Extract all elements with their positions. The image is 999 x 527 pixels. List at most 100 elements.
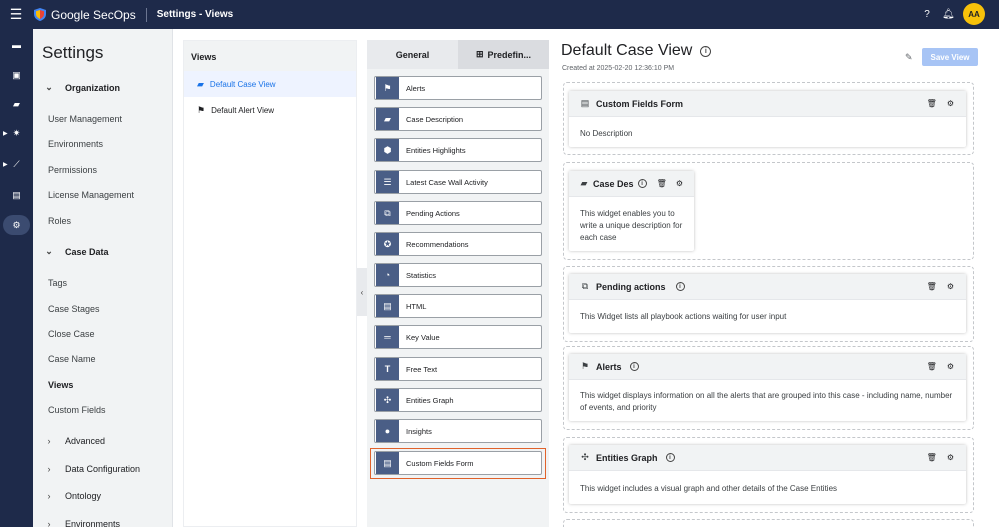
card-description: No Description	[580, 129, 633, 138]
card-pending-actions[interactable]: ⧉ Pending actions i 🗑︎ ⚙ This Widget lists …	[569, 274, 966, 333]
widget-alerts[interactable]: ⚑ Alerts	[374, 76, 542, 100]
save-view-button[interactable]: Save View	[922, 48, 978, 66]
views-panel: Views ▰ Default Case View ⚑ Default Aler…	[183, 40, 357, 527]
card-description: This widget displays information on all …	[580, 391, 953, 412]
chevron-down-icon: ⌄	[45, 82, 53, 92]
rail-analytics-icon[interactable]: ▶ ⟋	[0, 154, 33, 174]
chevron-right-icon: ›	[47, 491, 51, 501]
widget-free-text[interactable]: T Free Text	[374, 357, 542, 381]
form-icon: ▤	[580, 98, 590, 108]
section-data-configuration[interactable]: › Data Configuration	[33, 464, 141, 474]
pending-icon: ⧉	[376, 202, 399, 224]
nav-item-user-management[interactable]: User Management	[48, 114, 122, 124]
view-title: Default Case View	[561, 42, 693, 59]
text-icon: T	[376, 358, 399, 380]
rail-cases-icon[interactable]: ▬	[0, 35, 33, 55]
widget-html[interactable]: ▤ HTML	[374, 294, 542, 318]
widget-entities-highlights[interactable]: ⬢ Entities Highlights	[374, 138, 542, 162]
tab-predefined[interactable]: ⊞ Predefin...	[458, 40, 549, 69]
view-item-default-alert-view[interactable]: ⚑ Default Alert View	[184, 97, 356, 123]
gear-icon[interactable]: ⚙	[947, 99, 954, 108]
info-icon[interactable]: i	[629, 362, 639, 371]
pending-icon: ⧉	[581, 281, 589, 291]
trash-icon[interactable]: 🗑︎	[927, 362, 937, 371]
settings-nav: Settings ⌄ Organization User Management …	[33, 29, 173, 527]
nav-item-permissions[interactable]: Permissions	[48, 165, 97, 175]
key-value-icon: ═	[376, 326, 399, 348]
layout-slot	[563, 519, 974, 527]
nav-item-close-case[interactable]: Close Case	[48, 329, 95, 339]
nav-item-environments[interactable]: Environments	[48, 139, 103, 149]
rail-gear-icon[interactable]: ⚙	[0, 215, 33, 235]
widget-case-description[interactable]: ▰ Case Description	[374, 107, 542, 131]
trash-icon[interactable]: 🗑︎	[657, 179, 667, 188]
nav-item-license-management[interactable]: License Management	[48, 190, 134, 200]
graph-icon: ✣	[376, 389, 399, 411]
widget-key-value[interactable]: ═ Key Value	[374, 325, 542, 349]
chevron-left-icon: ‹	[360, 287, 364, 297]
list-icon: ☰	[376, 171, 399, 193]
nav-item-case-name[interactable]: Case Name	[48, 354, 96, 364]
section-advanced[interactable]: › Advanced	[33, 436, 106, 446]
collapse-panel-button[interactable]: ‹	[357, 268, 367, 316]
view-item-default-case-view[interactable]: ▰ Default Case View	[184, 71, 356, 97]
card-entities-graph[interactable]: ✣ Entities Graph i 🗑︎ ⚙ This widget include…	[569, 445, 966, 504]
divider	[145, 7, 147, 22]
card-alerts[interactable]: ⚑ Alerts i 🗑︎ ⚙ This widget displays inform…	[569, 354, 966, 421]
view-title-row: Default Case View i	[561, 42, 712, 60]
folder-icon: ▰	[376, 108, 399, 130]
gear-icon[interactable]: ⚙	[676, 179, 683, 188]
bell-icon[interactable]: 🔔︎	[942, 9, 955, 20]
info-icon[interactable]: i	[675, 282, 685, 291]
gear-icon[interactable]: ⚙	[947, 362, 954, 371]
views-title: Views	[184, 41, 356, 71]
settings-title: Settings	[42, 43, 104, 62]
nav-item-tags[interactable]: Tags	[48, 278, 67, 288]
widget-statistics[interactable]: ◔ Statistics	[374, 263, 542, 287]
product-name: Google SecOps	[51, 7, 136, 22]
flag-icon: ⚑	[197, 104, 206, 115]
widget-entities-graph[interactable]: ✣ Entities Graph	[374, 388, 542, 412]
page-title: Settings - Views	[156, 9, 234, 20]
widget-latest-case-wall-activity[interactable]: ☰ Latest Case Wall Activity	[374, 170, 542, 194]
menu-icon[interactable]: ☰	[0, 0, 32, 29]
widget-recommendations[interactable]: ✪ Recommendations	[374, 232, 542, 256]
nav-item-views[interactable]: Views	[48, 380, 73, 390]
rail-settings-group-icon[interactable]: ▶ ✷	[0, 123, 33, 143]
nav-item-custom-fields[interactable]: Custom Fields	[48, 405, 106, 415]
avatar[interactable]: AA	[963, 3, 985, 25]
section-environments[interactable]: › Environments	[33, 519, 121, 527]
nav-item-roles[interactable]: Roles	[48, 216, 71, 226]
trash-icon[interactable]: 🗑︎	[927, 99, 937, 108]
gear-icon[interactable]: ⚙	[947, 453, 954, 462]
card-custom-fields-form[interactable]: ▤ Custom Fields Form 🗑︎ ⚙ No Description	[569, 91, 966, 147]
rail-folder-icon[interactable]: ▰	[0, 94, 33, 114]
nav-item-case-stages[interactable]: Case Stages	[48, 304, 100, 314]
section-case-data[interactable]: ⌄ Case Data	[33, 246, 108, 257]
widget-library: General ⊞ Predefin... ⚑ Alerts ▰ Case Descr…	[367, 40, 549, 527]
award-icon: ✪	[376, 233, 399, 255]
info-icon[interactable]: i	[700, 45, 712, 57]
folder-icon: ▰	[580, 178, 588, 188]
pencil-icon[interactable]: ✎	[905, 52, 913, 63]
rail-alerts-icon[interactable]: ▣	[0, 65, 33, 85]
section-organization[interactable]: ⌄ Organization	[33, 82, 120, 93]
widget-pending-actions[interactable]: ⧉ Pending Actions	[374, 201, 542, 225]
trash-icon[interactable]: 🗑︎	[927, 282, 937, 291]
card-description: This widget includes a visual graph and …	[580, 484, 838, 493]
widget-insights[interactable]: ● Insights	[374, 419, 542, 443]
rail-calendar-icon[interactable]: ▤	[0, 185, 33, 205]
info-icon[interactable]: i	[665, 453, 675, 462]
card-case-description[interactable]: ▰ Case Des i 🗑︎ ⚙ This widget enables you t…	[569, 171, 694, 251]
trash-icon[interactable]: 🗑︎	[927, 453, 937, 462]
folder-icon: ▰	[197, 78, 204, 89]
section-ontology[interactable]: › Ontology	[33, 491, 102, 501]
tab-general[interactable]: General	[367, 40, 458, 69]
info-icon[interactable]: i	[637, 179, 647, 188]
flag-icon: ⚑	[376, 77, 399, 99]
help-icon[interactable]: ?	[921, 9, 933, 20]
flag-icon: ⚑	[580, 361, 590, 371]
gear-icon[interactable]: ⚙	[947, 282, 954, 291]
product-logo[interactable]: Google SecOps	[34, 8, 136, 22]
top-bar: ☰ Google SecOps Settings - Views ? 🔔︎ AA	[0, 0, 999, 29]
